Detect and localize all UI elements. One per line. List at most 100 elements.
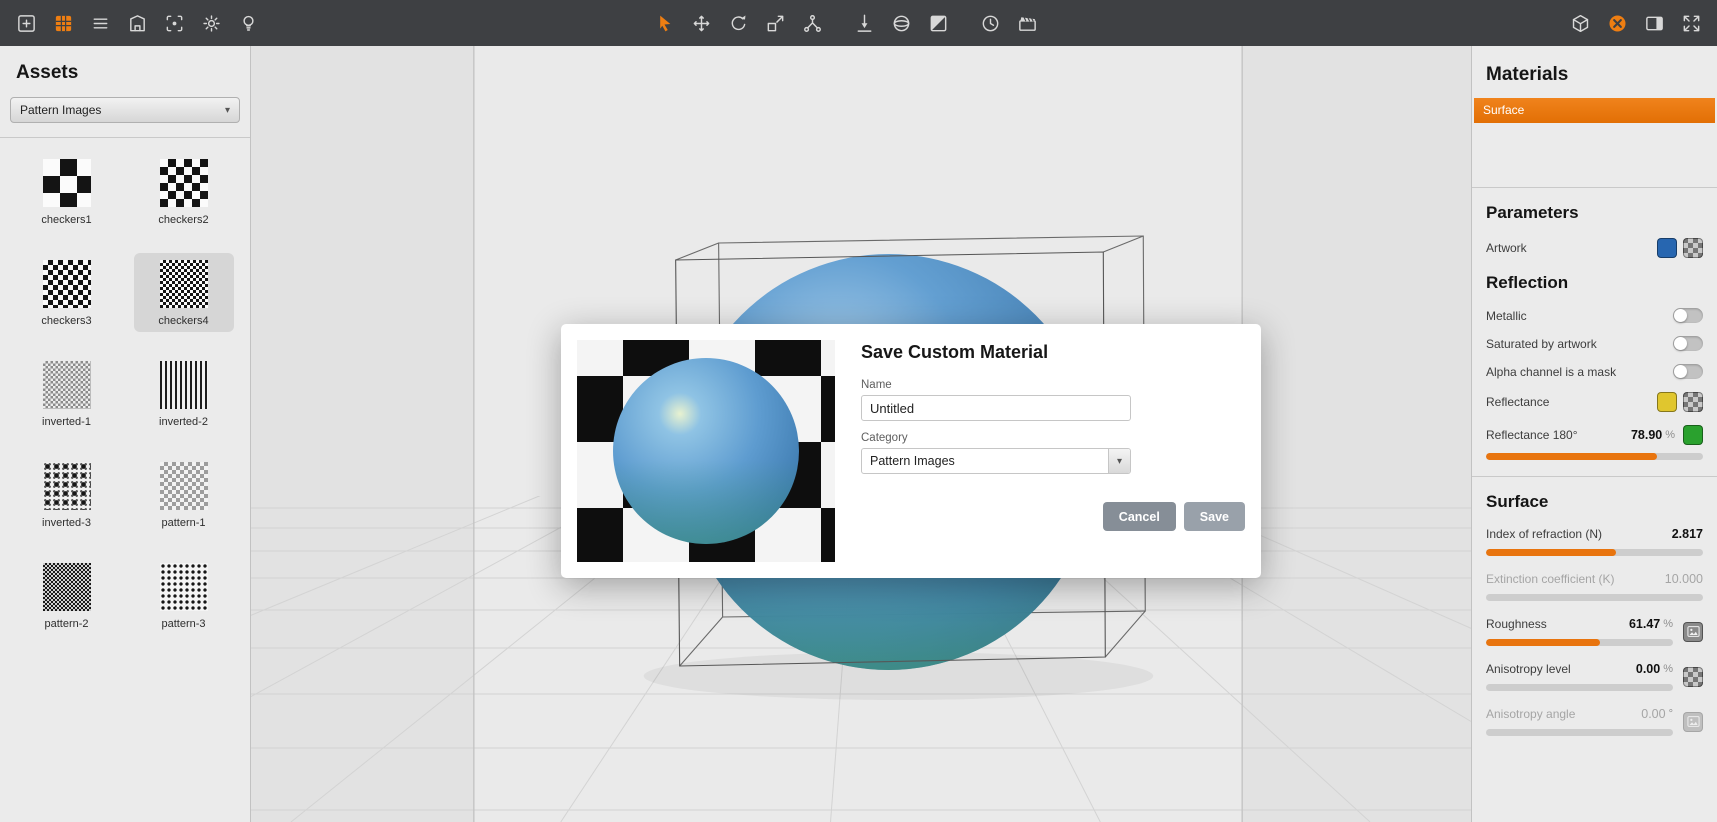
hierarchy-icon[interactable]	[799, 9, 827, 37]
slider-fill	[1486, 453, 1658, 460]
slider-fill	[1486, 639, 1601, 646]
swatch-group	[1657, 238, 1703, 258]
toggle-saturated-by-artwork[interactable]	[1673, 336, 1703, 351]
materials-sections: Parameters Artwork Reflection Metallic Satur…	[1472, 187, 1717, 736]
property-label: Artwork	[1486, 241, 1527, 255]
property-label: Metallic	[1486, 308, 1527, 323]
fullscreen-icon[interactable]	[1677, 9, 1705, 37]
section-title-reflection: Reflection	[1486, 273, 1569, 292]
select-cursor-icon[interactable]	[651, 9, 679, 37]
asset-label: checkers4	[158, 315, 209, 327]
toolbar-animation-group	[977, 9, 1042, 37]
category-value: Pattern Images	[870, 454, 955, 468]
material-layer-surface[interactable]: Surface	[1474, 98, 1715, 123]
property-label: Anisotropy angle	[1486, 707, 1576, 721]
clapperboard-icon[interactable]	[1014, 9, 1042, 37]
property-label: Alpha channel is a mask	[1486, 364, 1617, 379]
asset-item-pattern-3[interactable]: pattern-3	[134, 556, 234, 635]
asset-item-pattern-2[interactable]: pattern-2	[17, 556, 117, 635]
asset-browser-icon[interactable]	[49, 9, 77, 37]
slider-reflectance-180[interactable]	[1486, 453, 1703, 460]
row-anisotropy-level: Anisotropy level 0.00%	[1486, 662, 1703, 691]
row-artwork: Artwork	[1486, 238, 1703, 258]
texture-swatch[interactable]	[1683, 392, 1703, 412]
color-swatch[interactable]	[1657, 238, 1677, 258]
asset-label: checkers3	[41, 315, 92, 327]
panel-layout-icon[interactable]	[1640, 9, 1668, 37]
property-label: Reflectance 180°	[1486, 428, 1578, 442]
asset-thumbnail	[42, 361, 91, 409]
property-unit: %	[1663, 663, 1673, 675]
light-icon[interactable]	[234, 9, 262, 37]
swatch-group	[1657, 392, 1703, 412]
row-index-of-refraction-n: Index of refraction (N) 2.817	[1486, 527, 1703, 556]
slider-index-of-refraction-n[interactable]	[1486, 549, 1703, 556]
row-extinction-coefficient-k: Extinction coefficient (K) 10.000	[1486, 572, 1703, 601]
asset-item-pattern-1[interactable]: pattern-1	[134, 455, 234, 534]
slider-fill	[1486, 549, 1617, 556]
toggle-alpha-channel-is-a-mask[interactable]	[1673, 364, 1703, 379]
environment-icon[interactable]	[888, 9, 916, 37]
contrast-icon[interactable]	[925, 9, 953, 37]
materials-editor-icon[interactable]	[1603, 9, 1631, 37]
property-unit: °	[1668, 708, 1673, 720]
asset-thumbnail	[159, 260, 208, 308]
slider-extinction-coefficient-k[interactable]	[1486, 594, 1703, 601]
menu-icon[interactable]	[86, 9, 114, 37]
asset-thumbnail	[42, 462, 91, 510]
texture-swatch[interactable]	[1683, 238, 1703, 258]
asset-item-checkers4[interactable]: checkers4	[133, 253, 234, 332]
row-metallic: Metallic	[1486, 308, 1703, 323]
asset-category-dropdown[interactable]: Pattern Images ▾	[10, 97, 240, 123]
dialog-title: Save Custom Material	[861, 342, 1049, 362]
asset-label: pattern-1	[161, 517, 206, 529]
asset-item-checkers2[interactable]: checkers2	[134, 152, 234, 231]
section-divider	[1472, 187, 1717, 188]
name-label: Name	[861, 379, 892, 391]
color-swatch[interactable]	[1683, 425, 1703, 445]
asset-item-checkers1[interactable]: checkers1	[17, 152, 117, 231]
toggle-knob	[1674, 337, 1687, 350]
time-icon[interactable]	[977, 9, 1005, 37]
asset-item-inverted-3[interactable]: inverted-3	[17, 455, 117, 534]
chevron-down-icon[interactable]: ▾	[1108, 449, 1130, 473]
settings-gear-icon[interactable]	[197, 9, 225, 37]
property-unit: %	[1663, 618, 1673, 630]
property-value: 2.817	[1671, 527, 1703, 541]
color-swatch[interactable]	[1657, 392, 1677, 412]
printer-icon[interactable]	[123, 9, 151, 37]
move-icon[interactable]	[688, 9, 716, 37]
section-divider	[1472, 476, 1717, 477]
asset-thumbnail	[159, 462, 208, 510]
asset-label: inverted-2	[159, 416, 208, 428]
cancel-button[interactable]: Cancel	[1102, 502, 1176, 531]
image-swatch[interactable]	[1683, 711, 1703, 732]
property-label: Saturated by artwork	[1486, 336, 1597, 351]
measure-icon[interactable]	[851, 9, 879, 37]
save-button[interactable]: Save	[1183, 502, 1245, 531]
property-value: 10.000	[1664, 572, 1703, 586]
asset-item-inverted-2[interactable]: inverted-2	[134, 354, 234, 433]
slider-anisotropy-level[interactable]	[1486, 684, 1673, 691]
new-scene-icon[interactable]	[12, 9, 40, 37]
slider-roughness[interactable]	[1486, 639, 1673, 646]
material-name-input[interactable]	[861, 395, 1131, 421]
slider-anisotropy-angle[interactable]	[1486, 729, 1673, 736]
asset-item-checkers3[interactable]: checkers3	[17, 253, 117, 332]
scene-cube-icon[interactable]	[1566, 9, 1594, 37]
rotate-icon[interactable]	[725, 9, 753, 37]
asset-thumbnail	[159, 563, 208, 611]
asset-item-inverted-1[interactable]: inverted-1	[17, 354, 117, 433]
toolbar-left-group	[12, 9, 262, 37]
save-material-dialog: Save Custom Material Name Category Patte…	[561, 324, 1261, 578]
image-swatch[interactable]	[1683, 621, 1703, 642]
row-saturated-by-artwork: Saturated by artwork	[1486, 336, 1703, 351]
property-label: Anisotropy level	[1486, 662, 1571, 676]
toggle-metallic[interactable]	[1673, 308, 1703, 323]
scale-icon[interactable]	[762, 9, 790, 37]
category-select[interactable]: Pattern Images ▾	[861, 448, 1131, 474]
texture-swatch[interactable]	[1683, 666, 1703, 687]
snapshot-icon[interactable]	[160, 9, 188, 37]
chevron-down-icon: ▾	[224, 104, 230, 116]
row-alpha-channel-is-a-mask: Alpha channel is a mask	[1486, 364, 1703, 379]
